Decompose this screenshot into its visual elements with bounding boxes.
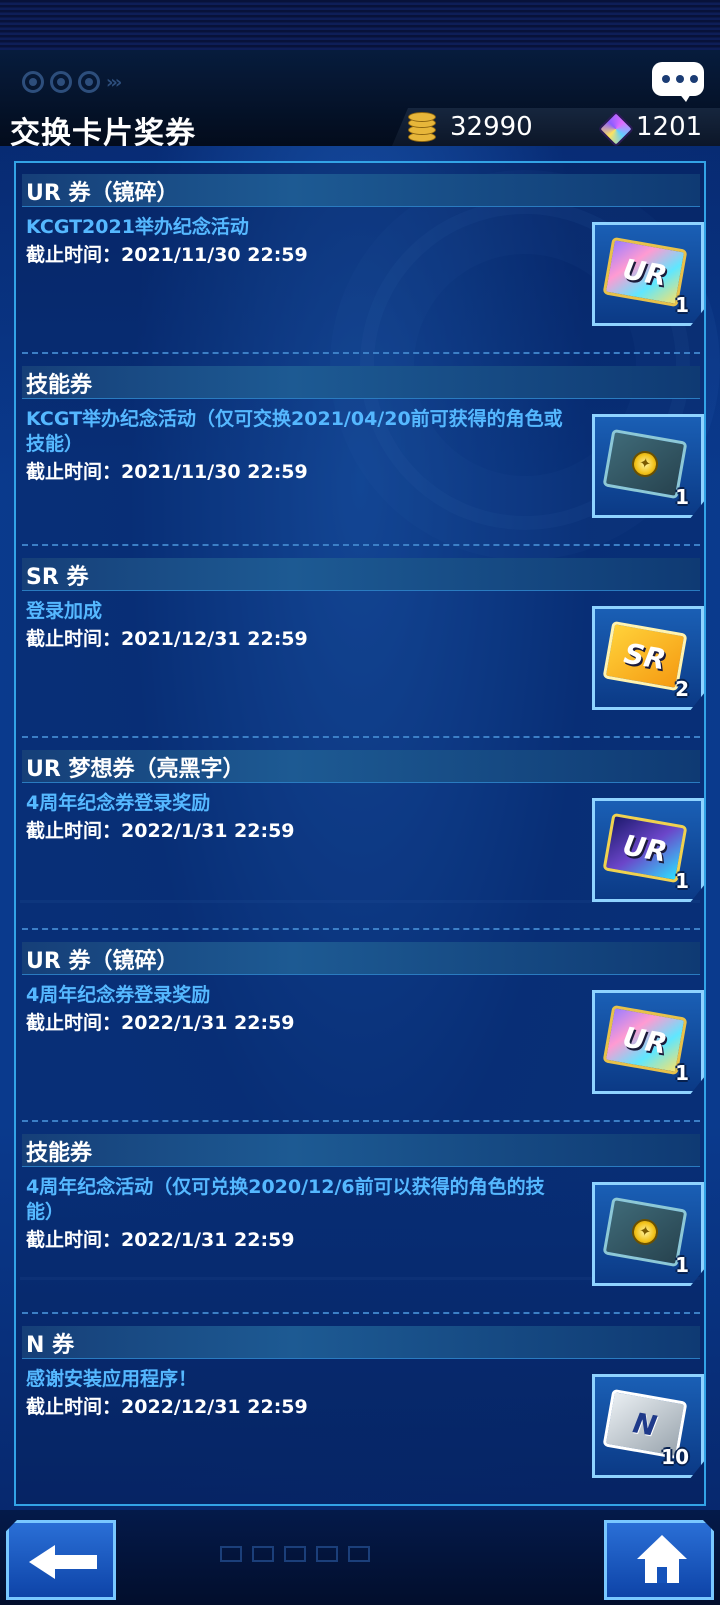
voucher-list[interactable]: UR 券（镜碎） KCGT2021举办纪念活动 截止时间：2021/11/30 … [14, 161, 706, 1506]
voucher-ticket-button[interactable]: ✦ 1 [592, 414, 704, 518]
voucher-ticket-button[interactable]: SR 2 [592, 606, 704, 710]
decoration-ring-icon [50, 71, 72, 93]
divider [22, 928, 700, 930]
page-title: 交换卡片奖券 [10, 116, 196, 151]
ticket-count: 1 [675, 869, 689, 893]
voucher-header: UR 券（镜碎） [22, 174, 700, 207]
divider [22, 352, 700, 354]
voucher-header: N 券 [22, 1326, 700, 1359]
chat-button[interactable] [652, 62, 704, 102]
voucher-header: 技能券 [22, 366, 700, 399]
voucher-title: N 券 [26, 1333, 75, 1358]
home-button[interactable] [604, 1520, 714, 1600]
divider [22, 736, 700, 738]
gem-count: 1201 [636, 112, 703, 142]
voucher-title: UR 券（镜碎） [26, 181, 179, 206]
voucher-item: N 券 感谢安装应用程序！ 截止时间：2022/12/31 22:59 N 10 [22, 1315, 704, 1504]
voucher-description: KCGT举办纪念活动（仅可交换2021/04/20前可获得的角色或技能） [26, 408, 563, 455]
voucher-title: UR 梦想券（亮黑字） [26, 757, 245, 782]
voucher-deadline: 截止时间：2021/11/30 22:59 [26, 461, 308, 483]
voucher-ticket-button[interactable]: UR 1 [592, 798, 704, 902]
voucher-description: 登录加成 [26, 600, 103, 622]
decoration-ring-icon [22, 71, 44, 93]
voucher-deadline: 截止时间：2022/12/31 22:59 [26, 1396, 308, 1418]
voucher-header: 技能券 [22, 1134, 700, 1167]
voucher-item: UR 券（镜碎） 4周年纪念券登录奖励 截止时间：2022/1/31 22:59… [22, 931, 704, 1123]
star-coin-icon: ✦ [629, 448, 661, 480]
voucher-description: 感谢安装应用程序！ [26, 1368, 198, 1390]
gold-coin-stack-icon [408, 112, 436, 142]
star-coin-icon: ✦ [629, 1216, 661, 1248]
ticket-count: 1 [675, 1061, 689, 1085]
back-arrow-icon [29, 1545, 99, 1579]
top-status-strip [0, 0, 720, 50]
voucher-title: UR 券（镜碎） [26, 949, 179, 974]
voucher-item: 技能券 KCGT举办纪念活动（仅可交换2021/04/20前可获得的角色或技能）… [22, 355, 704, 547]
voucher-header: UR 梦想券（亮黑字） [22, 750, 700, 783]
voucher-description: 4周年纪念券登录奖励 [26, 984, 211, 1006]
ticket-count: 1 [675, 485, 689, 509]
voucher-description: 4周年纪念券登录奖励 [26, 792, 211, 814]
voucher-description: 4周年纪念活动（仅可兑换2020/12/6前可以获得的角色的技能） [26, 1176, 545, 1223]
voucher-item: UR 券（镜碎） KCGT2021举办纪念活动 截止时间：2021/11/30 … [22, 163, 704, 355]
voucher-title: 技能券 [26, 373, 93, 398]
divider [22, 1312, 700, 1314]
voucher-ticket-button[interactable]: ✦ 1 [592, 1182, 704, 1286]
voucher-item: SR 券 登录加成 截止时间：2021/12/31 22:59 SR 2 [22, 547, 704, 739]
coin-count: 32990 [450, 112, 533, 142]
voucher-item: UR 梦想券（亮黑字） 4周年纪念券登录奖励 截止时间：2022/1/31 22… [22, 739, 704, 931]
voucher-item: 技能券 4周年纪念活动（仅可兑换2020/12/6前可以获得的角色的技能） 截止… [22, 1123, 704, 1315]
voucher-deadline: 截止时间：2022/1/31 22:59 [26, 1012, 295, 1034]
ticket-count: 1 [675, 293, 689, 317]
chat-bubble-icon [662, 75, 698, 83]
voucher-description: KCGT2021举办纪念活动 [26, 216, 249, 238]
decoration-chevrons-icon: ››› [106, 71, 122, 93]
voucher-header: SR 券 [22, 558, 700, 591]
home-icon [637, 1535, 687, 1585]
voucher-ticket-button[interactable]: UR 1 [592, 990, 704, 1094]
ticket-count: 10 [661, 1445, 689, 1469]
divider [22, 1120, 700, 1122]
voucher-deadline: 截止时间：2021/12/31 22:59 [26, 628, 308, 650]
voucher-header: UR 券（镜碎） [22, 942, 700, 975]
voucher-ticket-button[interactable]: N 10 [592, 1374, 704, 1478]
voucher-deadline: 截止时间：2022/1/31 22:59 [26, 820, 295, 842]
ticket-count: 2 [675, 677, 689, 701]
back-button[interactable] [6, 1520, 116, 1600]
ticket-count: 1 [675, 1253, 689, 1277]
voucher-title: 技能券 [26, 1141, 93, 1166]
bottom-decoration [220, 1546, 370, 1562]
voucher-deadline: 截止时间：2021/11/30 22:59 [26, 244, 308, 266]
voucher-deadline: 截止时间：2022/1/31 22:59 [26, 1229, 295, 1251]
header-decoration: ››› [22, 68, 122, 96]
divider [22, 544, 700, 546]
voucher-ticket-button[interactable]: UR 1 [592, 222, 704, 326]
decoration-ring-icon [78, 71, 100, 93]
voucher-title: SR 券 [26, 565, 89, 590]
